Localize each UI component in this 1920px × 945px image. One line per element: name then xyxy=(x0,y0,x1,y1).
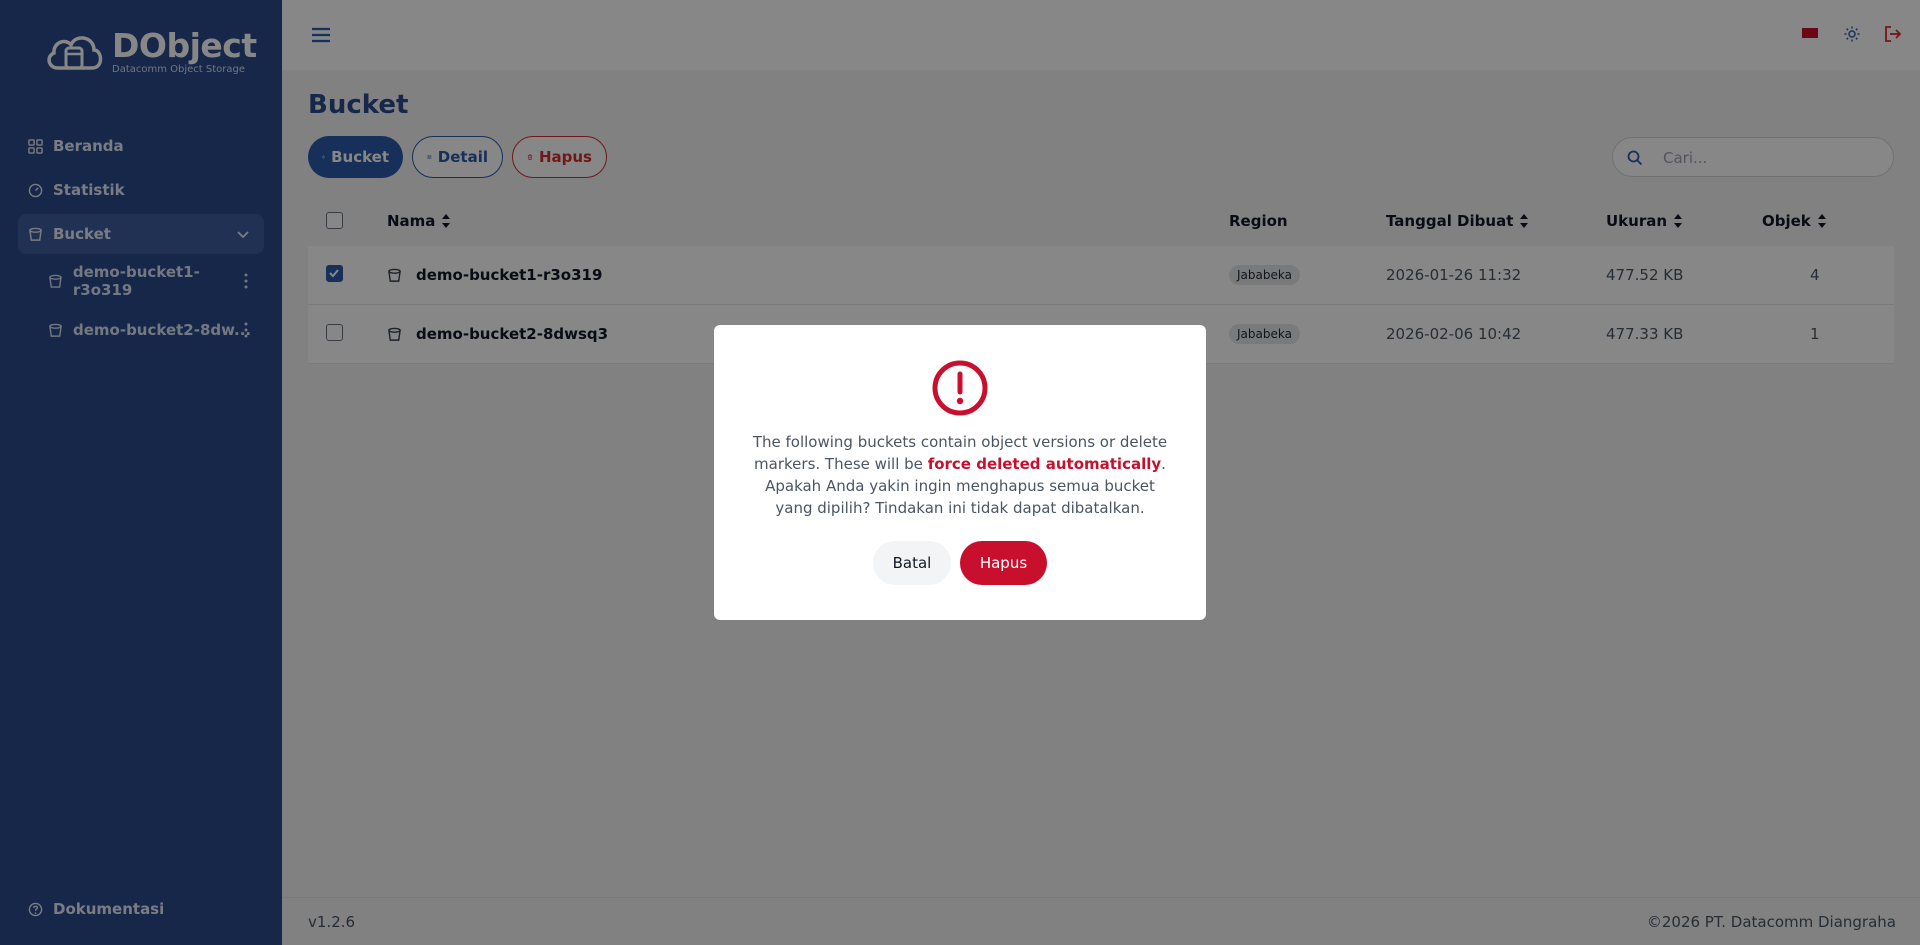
force-delete-warning: force deleted automatically xyxy=(927,455,1162,473)
confirm-delete-button[interactable]: Hapus xyxy=(960,541,1047,585)
warning-circle-icon xyxy=(932,360,988,416)
cancel-button[interactable]: Batal xyxy=(873,541,951,585)
dialog-message: The following buckets contain object ver… xyxy=(752,433,1168,517)
confirm-delete-dialog: The following buckets contain object ver… xyxy=(714,325,1206,620)
